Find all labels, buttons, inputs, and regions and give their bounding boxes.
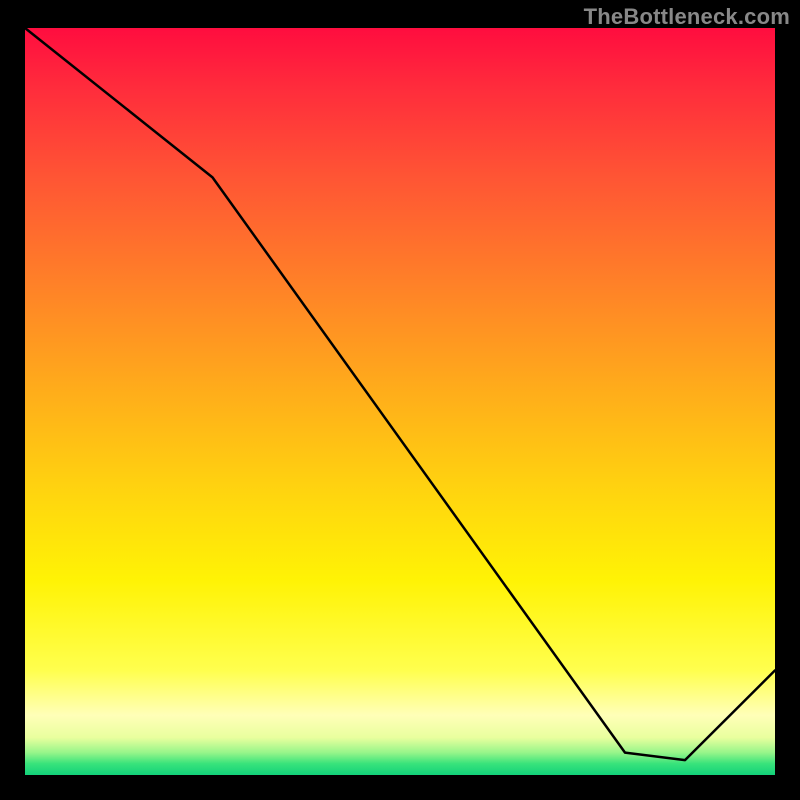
chart-stage: TheBottleneck.com [0, 0, 800, 800]
frame-border [10, 28, 25, 790]
frame-border [775, 28, 790, 790]
frame-border [10, 775, 790, 790]
attribution-text: TheBottleneck.com [584, 4, 790, 30]
plot-area [25, 28, 775, 775]
